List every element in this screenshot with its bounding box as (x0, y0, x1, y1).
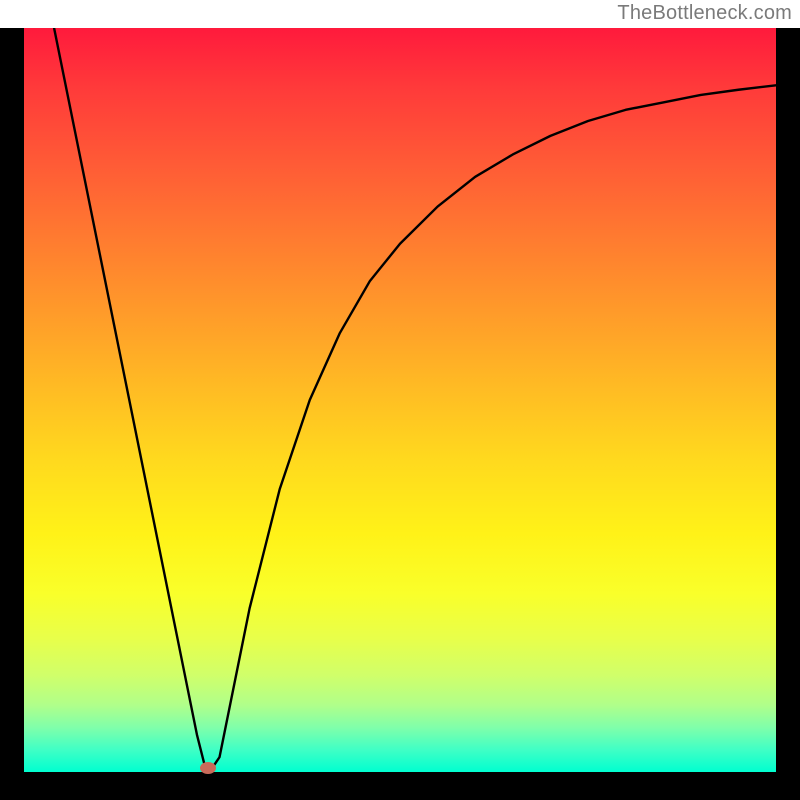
curve-svg (24, 28, 776, 772)
plot-area (24, 28, 776, 772)
plot-frame (0, 28, 800, 800)
min-marker (200, 762, 216, 774)
chart-container: TheBottleneck.com (0, 0, 800, 800)
attribution-label: TheBottleneck.com (617, 2, 792, 25)
curve-path (54, 28, 776, 768)
